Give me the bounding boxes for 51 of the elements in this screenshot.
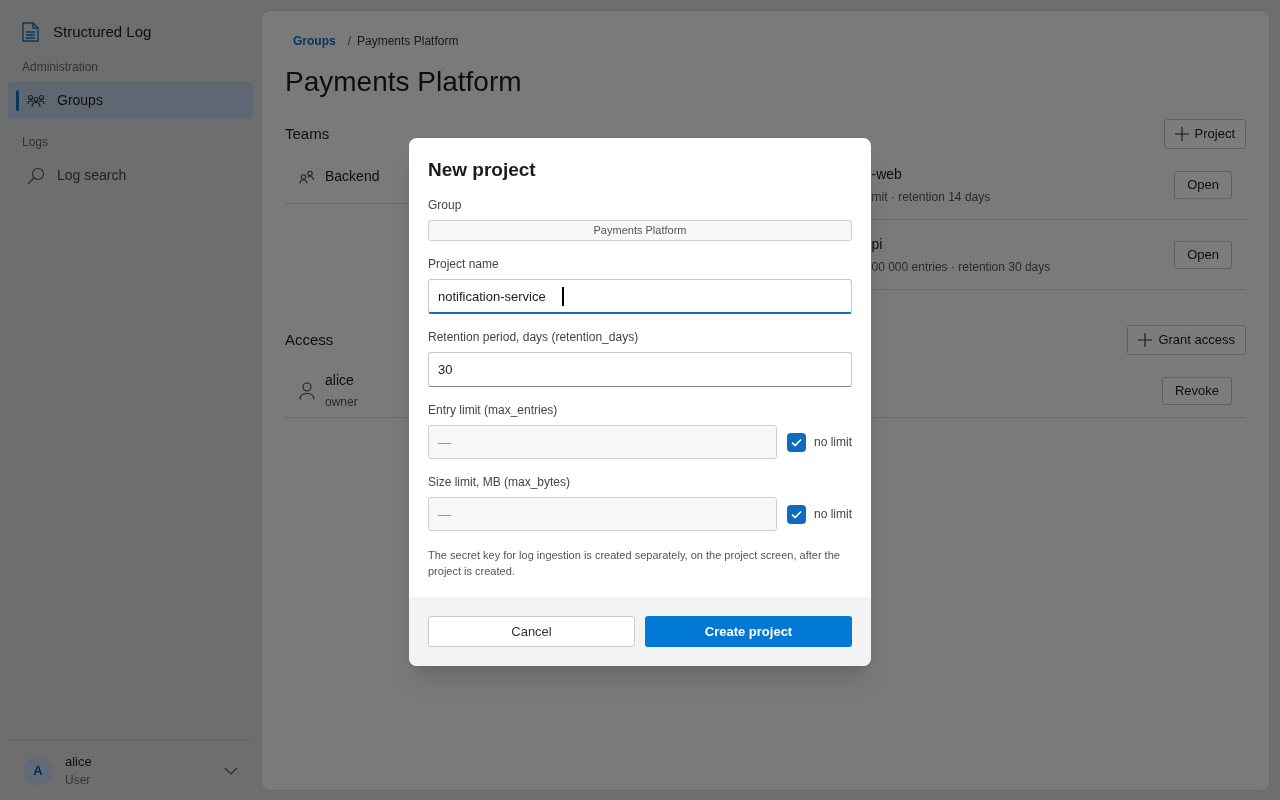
field-label: Size limit, MB (max_bytes) <box>428 474 572 491</box>
create-button[interactable]: Create project <box>645 616 852 647</box>
dialog-title: New project <box>428 158 537 182</box>
search-icon <box>27 166 45 185</box>
text-field[interactable]: notification-service <box>428 279 852 314</box>
user-name: alice <box>65 752 93 771</box>
nav-section-heading: Logs <box>21 134 50 151</box>
document-icon <box>22 22 39 42</box>
open-button[interactable]: Open <box>1174 240 1232 269</box>
field-label: Project name <box>428 256 500 273</box>
checkmark-icon <box>791 509 802 519</box>
plus-icon <box>1174 127 1189 141</box>
chevron-down-icon[interactable] <box>224 766 238 775</box>
person-icon <box>299 381 315 400</box>
section-heading: Teams <box>285 123 330 144</box>
field-label: Group <box>428 197 463 214</box>
breadcrumb-current: Payments Platform <box>357 33 459 50</box>
grant-access-button[interactable]: Grant access <box>1127 325 1246 355</box>
open-button[interactable]: Open <box>1174 170 1232 199</box>
text-field[interactable]: 30 <box>428 352 852 387</box>
field-label: Retention period, days (retention_days) <box>428 329 640 346</box>
people-icon <box>27 93 45 108</box>
member-name: alice <box>325 371 355 390</box>
page-title: Payments Platform <box>285 65 523 99</box>
dialog-note: The secret key for log ingestion is created separately, on the project screen, after the project is created. <box>428 548 841 579</box>
app-title: Structured Log <box>53 21 152 42</box>
checkbox-label: no limit <box>814 506 852 523</box>
checkbox[interactable] <box>787 504 806 524</box>
add-project-button[interactable]: Project <box>1163 119 1246 149</box>
user-avatar: A <box>23 755 53 786</box>
checkbox[interactable] <box>787 432 806 452</box>
project-name[interactable]: -web <box>871 163 991 185</box>
nav-item[interactable]: Groups <box>8 82 253 119</box>
project-details: 00 000 entries · retention 30 days <box>871 258 1051 276</box>
people-icon <box>299 169 315 184</box>
project-name[interactable]: pi <box>871 233 1051 255</box>
team-name[interactable]: Backend <box>325 166 380 187</box>
field-label: Entry limit (max_entries) <box>428 402 559 419</box>
plus-icon <box>1138 333 1153 347</box>
nav-item[interactable]: Log search <box>8 157 253 194</box>
nav-section-heading: Administration <box>21 59 100 76</box>
breadcrumb-separator: / <box>347 33 351 50</box>
section-heading: Access <box>285 329 334 350</box>
read-only-field: Payments Platform <box>428 220 852 241</box>
cancel-button[interactable]: Cancel <box>428 616 635 647</box>
member-role: owner <box>325 394 358 411</box>
breadcrumb-link[interactable]: Groups <box>293 32 336 50</box>
revoke-button[interactable]: Revoke <box>1161 376 1232 405</box>
checkbox-label: no limit <box>814 434 852 451</box>
project-details: mit · retention 14 days <box>871 188 991 206</box>
checkmark-icon <box>791 437 802 447</box>
